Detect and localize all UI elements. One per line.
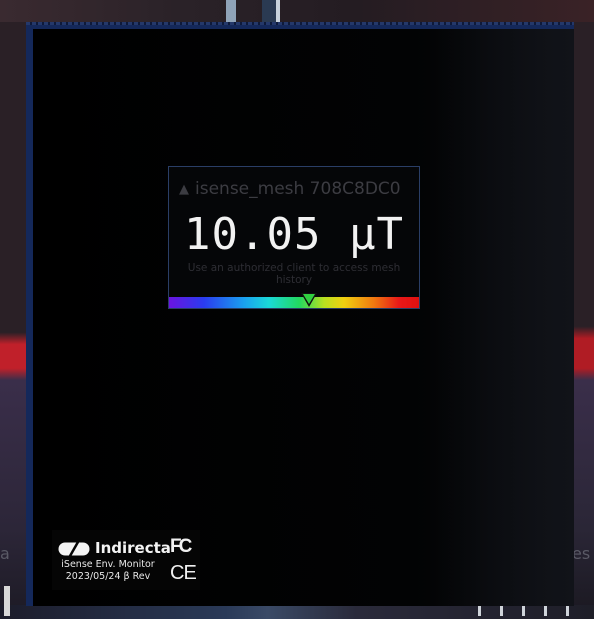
panel-shade <box>434 29 574 606</box>
brand-model: iSense Env. Monitor <box>61 559 155 570</box>
sensor-header: ▲ isense_mesh 708C8DC0 <box>179 179 401 199</box>
sensor-reading-value: 10.05 µT <box>184 209 404 260</box>
bg-right-strip <box>574 22 594 619</box>
bg-pillar <box>226 0 236 22</box>
bg-ghost-text: a <box>0 544 10 563</box>
bg-glyph <box>4 586 10 616</box>
brand-date-rev: 2023/05/24 β Rev <box>65 571 151 582</box>
triangle-up-icon: ▲ <box>179 181 189 197</box>
bg-ghost-text: es <box>572 544 591 563</box>
bg-left-strip <box>0 22 26 619</box>
bg-top-strip <box>0 0 594 22</box>
ce-mark-icon: CE <box>170 562 197 584</box>
level-color-scale <box>169 293 419 308</box>
brand-label: Indirecta iSense Env. Monitor 2023/05/24… <box>52 530 200 590</box>
bg-pillar <box>262 0 276 22</box>
history-access-note: Use an authorized client to access mesh … <box>187 262 401 286</box>
sensor-name: isense_mesh 708C8DC0 <box>195 179 401 199</box>
sensor-reading-card[interactable]: ▲ isense_mesh 708C8DC0 10.05 µT Use an a… <box>168 166 420 309</box>
bg-pillar <box>276 0 280 22</box>
brand-name: Indirecta <box>95 539 171 557</box>
fc-mark-icon: FC <box>170 536 192 557</box>
sensor-device-panel <box>26 22 574 606</box>
pill-logo-icon <box>58 542 90 556</box>
level-marker-icon <box>301 293 317 307</box>
